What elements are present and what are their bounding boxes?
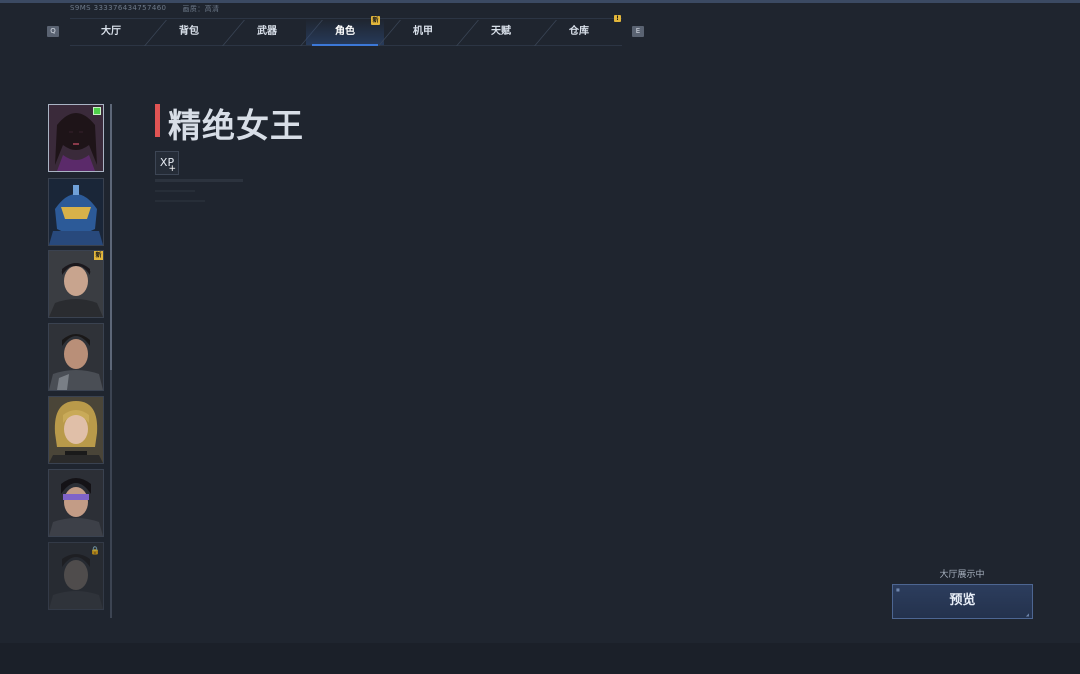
lobby-display-status: 大厅展示中 xyxy=(939,570,985,580)
quality-label: 画质：高清 xyxy=(182,5,220,13)
active-tab-underline xyxy=(312,44,378,46)
character-portrait-soldier[interactable] xyxy=(48,323,104,391)
character-portrait-visor[interactable] xyxy=(48,469,104,537)
portrait-image xyxy=(49,251,103,317)
xp-button[interactable]: XP + xyxy=(155,151,179,175)
tab-backpack[interactable]: 背包 xyxy=(150,19,245,46)
tab-warehouse[interactable]: 仓库 xyxy=(540,19,618,45)
scrollbar-thumb[interactable] xyxy=(110,104,112,370)
footer-bar xyxy=(0,643,1080,674)
tab-label: 天赋 xyxy=(491,26,511,37)
portrait-image xyxy=(49,397,103,463)
faint-detail-line xyxy=(155,179,243,182)
faint-detail-line xyxy=(155,200,205,202)
portrait-image xyxy=(49,324,103,390)
tab-talent[interactable]: 天赋 xyxy=(462,19,557,46)
status-id: S9MS 333376434757460 xyxy=(70,4,167,12)
faint-detail-line xyxy=(155,190,195,192)
equipped-indicator xyxy=(93,107,101,115)
tab-label: 武器 xyxy=(257,26,277,37)
new-badge-icon: 新 xyxy=(371,16,380,25)
character-portrait-armor[interactable] xyxy=(48,178,104,246)
alert-badge-icon: ! xyxy=(614,15,621,22)
tab-mecha[interactable]: 机甲 xyxy=(384,19,479,46)
tab-lobby[interactable]: 大厅 xyxy=(72,19,167,46)
preview-button[interactable]: ■ ◢ 预览 xyxy=(892,584,1033,619)
character-portrait-queen[interactable] xyxy=(48,104,104,172)
main-tab-bar: 大厅 背包 武器 角色 机甲 天赋 仓库 xyxy=(70,18,622,46)
new-character-badge-icon: 新 xyxy=(94,251,103,260)
character-name: 精绝女王 xyxy=(168,106,304,145)
tab-label: 仓库 xyxy=(569,26,589,37)
character-portrait-locked[interactable]: 🔒 xyxy=(48,542,104,610)
top-accent-line xyxy=(0,0,1080,3)
tab-label: 角色 xyxy=(335,26,355,37)
lock-icon: 🔒 xyxy=(90,546,100,555)
title-accent-bar xyxy=(155,104,160,137)
tab-label: 机甲 xyxy=(413,26,433,37)
character-portrait-young-man[interactable]: 新 xyxy=(48,250,104,318)
portrait-image xyxy=(49,179,103,245)
prev-tab-key[interactable]: Q xyxy=(47,26,59,37)
tab-label: 背包 xyxy=(179,26,199,37)
tab-label: 大厅 xyxy=(101,26,121,37)
portrait-image xyxy=(49,470,103,536)
preview-button-label: 预览 xyxy=(949,593,976,608)
tab-weapons[interactable]: 武器 xyxy=(228,19,323,46)
xp-plus-icon: + xyxy=(168,164,176,174)
status-bar: S9MS 333376434757460 画质：高清 xyxy=(70,4,219,14)
next-tab-key[interactable]: E xyxy=(632,26,644,37)
character-portrait-blonde[interactable] xyxy=(48,396,104,464)
